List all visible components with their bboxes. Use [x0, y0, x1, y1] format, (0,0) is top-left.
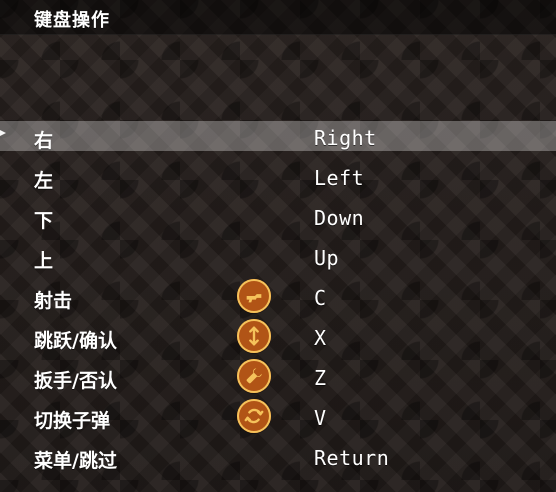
top-header-strip: 键盘操作 [0, 0, 556, 35]
jump-icon [237, 319, 271, 353]
key-label: V [314, 406, 327, 430]
action-label: 右 [34, 130, 54, 152]
key-label: Right [314, 126, 377, 150]
selection-pointer-icon [0, 128, 6, 138]
binding-row-shoot[interactable]: 射击 C [0, 278, 556, 318]
action-label: 菜单/跳过 [34, 450, 117, 472]
binding-row-right[interactable]: 右 Right [0, 118, 556, 158]
action-label: 下 [34, 210, 54, 232]
binding-row-wrench-cancel[interactable]: 扳手/否认 Z [0, 358, 556, 398]
key-label: Left [314, 166, 365, 190]
action-label: 射击 [34, 290, 73, 312]
key-label: Down [314, 206, 365, 230]
binding-row-left[interactable]: 左 Left [0, 158, 556, 198]
binding-row-up[interactable]: 上 Up [0, 238, 556, 278]
key-label: Return [314, 446, 390, 470]
action-label: 扳手/否认 [34, 370, 117, 392]
key-label: X [314, 326, 327, 350]
action-label: 跳跃/确认 [34, 330, 117, 352]
action-label: 切换子弹 [34, 410, 111, 432]
gun-icon [237, 279, 271, 313]
key-label: C [314, 286, 327, 310]
key-label: Z [314, 366, 327, 390]
binding-row-down[interactable]: 下 Down [0, 198, 556, 238]
action-label: 上 [34, 250, 54, 272]
binding-row-jump-confirm[interactable]: 跳跃/确认 X [0, 318, 556, 358]
swap-ammo-icon [237, 399, 271, 433]
page-title: 键盘操作 [34, 10, 110, 31]
action-label: 左 [34, 170, 54, 192]
keyboard-controls-list: 右 Right 左 Left 下 Down 上 Up 射击 C 跳跃/确认 X … [0, 118, 556, 478]
binding-row-menu-skip[interactable]: 菜单/跳过 Return [0, 438, 556, 478]
binding-row-swap-ammo[interactable]: 切换子弹 V [0, 398, 556, 438]
wrench-icon [237, 359, 271, 393]
key-label: Up [314, 246, 340, 270]
